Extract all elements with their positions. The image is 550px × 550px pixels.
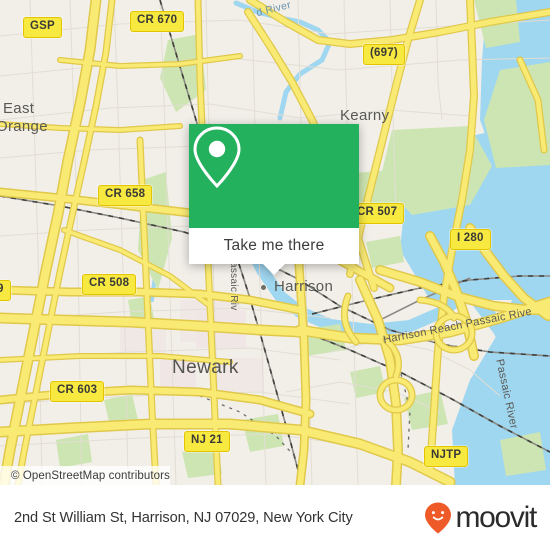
shield-njtp[interactable]: NJTP xyxy=(424,446,469,467)
shield-9[interactable]: 9 xyxy=(0,280,11,301)
shield-697[interactable]: (697) xyxy=(363,44,405,65)
shield-gsp[interactable]: GSP xyxy=(23,17,62,38)
address-text: 2nd St William St, Harrison, NJ 07029, N… xyxy=(14,510,353,526)
moovit-map-screen: East Orange Kearny Harrison Newark d Riv… xyxy=(0,0,550,550)
shield-cr-603[interactable]: CR 603 xyxy=(50,381,105,402)
osm-attribution-text: © OpenStreetMap contributors xyxy=(11,469,170,482)
popup-pointer-tail xyxy=(263,264,285,275)
location-popup-card[interactable]: Take me there xyxy=(189,124,359,275)
shield-cr-670[interactable]: CR 670 xyxy=(130,11,185,32)
shield-i-280[interactable]: I 280 xyxy=(450,229,491,250)
shield-nj-21[interactable]: NJ 21 xyxy=(184,431,230,452)
shield-cr-658[interactable]: CR 658 xyxy=(98,185,153,206)
bottom-bar: 2nd St William St, Harrison, NJ 07029, N… xyxy=(0,485,550,550)
moovit-pin-icon xyxy=(425,502,452,534)
popup-cta-label: Take me there xyxy=(223,237,325,254)
popup-header xyxy=(189,124,359,228)
map-canvas[interactable]: East Orange Kearny Harrison Newark d Riv… xyxy=(0,0,550,485)
osm-attribution[interactable]: © OpenStreetMap contributors xyxy=(0,466,170,485)
popup-cta[interactable]: Take me there xyxy=(189,228,359,264)
shield-cr-508[interactable]: CR 508 xyxy=(82,274,137,295)
moovit-logo[interactable]: moovit xyxy=(423,501,537,535)
moovit-wordmark: moovit xyxy=(455,501,537,534)
map-pin-icon xyxy=(193,126,241,189)
city-dot-harrison xyxy=(260,284,267,291)
